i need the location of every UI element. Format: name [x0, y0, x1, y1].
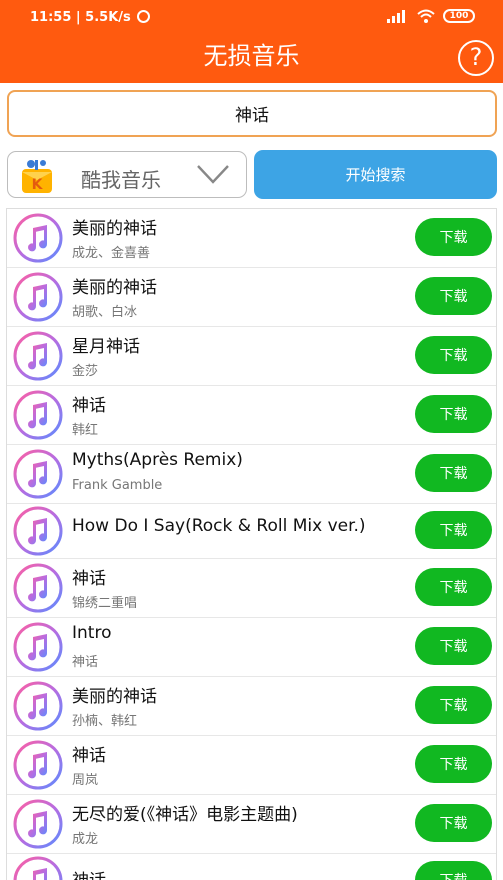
- song-row[interactable]: 神话 下载: [7, 854, 496, 880]
- battery-icon: 100: [443, 9, 475, 23]
- chevron-down-icon: [197, 165, 229, 184]
- song-title: How Do I Say(Rock & Roll Mix ver.): [72, 516, 366, 536]
- logo-letter: K: [32, 177, 44, 193]
- song-title: 星月神话: [72, 337, 140, 357]
- signal-icon: [387, 9, 409, 23]
- search-input-value: 神话: [235, 106, 269, 126]
- download-button[interactable]: 下载: [415, 686, 492, 724]
- song-artist: 孙楠、韩红: [72, 714, 138, 729]
- download-button[interactable]: 下载: [415, 277, 492, 315]
- song-artist: 神话: [72, 655, 99, 670]
- alarm-icon: [136, 10, 150, 23]
- song-artist: 周岚: [72, 773, 99, 788]
- song-list: 美丽的神话 成龙、金喜善 下载 美丽的神话 胡歌、白冰 下载 星月神话 金莎 下载 神话 韩红 下载 M…: [6, 208, 497, 880]
- help-button[interactable]: ?: [458, 40, 494, 76]
- source-dropdown[interactable]: K 酷我音乐: [7, 151, 247, 198]
- song-row[interactable]: 星月神话金莎 下载: [7, 327, 496, 386]
- song-row[interactable]: 美丽的神话成龙、金喜善 下载: [7, 209, 496, 268]
- song-row[interactable]: Intro 神话 下载: [7, 618, 496, 677]
- song-artist: Frank Gamble: [72, 478, 163, 493]
- song-title: Myths(Après Remix): [72, 450, 243, 470]
- song-row[interactable]: Myths(Après Remix) Frank Gamble 下载: [7, 445, 496, 504]
- status-time-text: 11:55 | 5.5K/s: [30, 10, 131, 25]
- music-note-icon: [13, 740, 63, 790]
- music-note-icon: [13, 506, 63, 556]
- start-search-button[interactable]: 开始搜索: [254, 150, 497, 199]
- status-bar: 11:55 | 5.5K/s 100: [0, 0, 503, 34]
- status-time: 11:55 | 5.5K/s: [30, 10, 150, 25]
- download-button[interactable]: 下载: [415, 336, 492, 374]
- music-note-icon: [13, 563, 63, 613]
- song-artist: 锦绣二重唱: [72, 596, 138, 611]
- song-artist: 成龙、金喜善: [72, 246, 151, 261]
- page-title: 无损音乐: [203, 42, 300, 70]
- song-row[interactable]: 神话锦绣二重唱 下载: [7, 559, 496, 618]
- music-note-icon: [13, 272, 63, 322]
- song-title: 无尽的爱(《神话》电影主题曲): [72, 805, 298, 825]
- download-button[interactable]: 下载: [415, 745, 492, 783]
- song-title: 神话: [72, 746, 106, 766]
- song-row[interactable]: 美丽的神话孙楠、韩红 下载: [7, 677, 496, 736]
- source-selected-label: 酷我音乐: [81, 168, 161, 192]
- song-row[interactable]: How Do I Say(Rock & Roll Mix ver.) 下载: [7, 504, 496, 559]
- song-title: 神话: [72, 569, 106, 589]
- music-note-icon: [13, 622, 63, 672]
- music-note-icon: [13, 390, 63, 440]
- search-input[interactable]: 神话: [7, 90, 497, 137]
- download-button[interactable]: 下载: [415, 861, 492, 880]
- app-header: 11:55 | 5.5K/s 100 无损音乐 ?: [0, 0, 503, 83]
- song-title: 神话: [72, 866, 106, 880]
- download-button[interactable]: 下载: [415, 627, 492, 665]
- download-button[interactable]: 下载: [415, 454, 492, 492]
- song-artist: 成龙: [72, 832, 99, 847]
- download-button[interactable]: 下载: [415, 804, 492, 842]
- download-button[interactable]: 下载: [415, 568, 492, 606]
- music-note-icon: [13, 331, 63, 381]
- song-title: 神话: [72, 396, 106, 416]
- music-note-icon: [13, 681, 63, 731]
- music-note-icon: [13, 213, 63, 263]
- song-row[interactable]: 神话韩红 下载: [7, 386, 496, 445]
- kuwo-logo-icon: K: [22, 160, 52, 193]
- download-button[interactable]: 下载: [415, 395, 492, 433]
- song-row[interactable]: 美丽的神话胡歌、白冰 下载: [7, 268, 496, 327]
- song-artist: 胡歌、白冰: [72, 305, 138, 320]
- music-note-icon: [13, 799, 63, 849]
- song-title: 美丽的神话: [72, 687, 157, 707]
- download-button[interactable]: 下载: [415, 511, 492, 549]
- status-icons: 100: [387, 9, 475, 23]
- music-note-icon: [13, 856, 63, 880]
- music-note-icon: [13, 449, 63, 499]
- wifi-icon: [417, 9, 435, 23]
- song-title: 美丽的神话: [72, 219, 157, 239]
- song-artist: 金莎: [72, 364, 99, 379]
- download-button[interactable]: 下载: [415, 218, 492, 256]
- song-artist: 韩红: [72, 423, 99, 438]
- song-row[interactable]: 神话周岚 下载: [7, 736, 496, 795]
- song-title: 美丽的神话: [72, 278, 157, 298]
- song-row[interactable]: 无尽的爱(《神话》电影主题曲) 成龙 下载: [7, 795, 496, 854]
- song-title: Intro: [72, 623, 112, 643]
